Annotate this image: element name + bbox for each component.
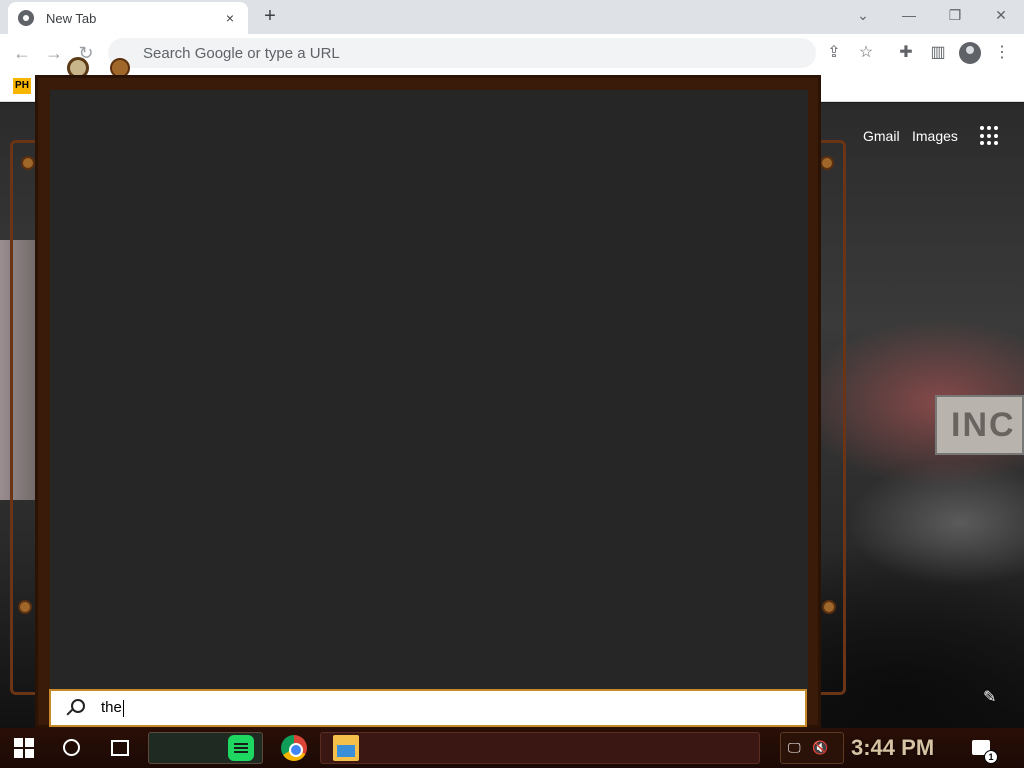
omnibox-placeholder: Search Google or type a URL (143, 44, 340, 62)
tab-search-button[interactable]: ⌄ (843, 4, 883, 28)
volume-muted-icon[interactable]: 🔇 (812, 740, 828, 756)
taskbar-app-strip (320, 732, 760, 764)
gmail-link[interactable]: Gmail (863, 128, 900, 144)
google-apps-icon[interactable] (980, 126, 1000, 146)
tab-close-icon[interactable]: × (222, 10, 238, 26)
tab-strip: New Tab × + ⌄ — ❐ ✕ (0, 0, 1024, 34)
extensions-icon[interactable]: ✚ (895, 42, 917, 64)
taskbar-clock[interactable]: 3:44 PM (851, 735, 934, 761)
back-icon[interactable]: ← (12, 43, 32, 63)
gear-icon (820, 156, 834, 170)
close-window-button[interactable]: ✕ (981, 4, 1021, 28)
gear-icon (822, 600, 836, 614)
start-search-box[interactable]: the (49, 689, 807, 727)
ph-bookmark[interactable]: PH (13, 78, 31, 94)
screen: New Tab × + ⌄ — ❐ ✕ ← → ↻ Search Google … (0, 0, 1024, 768)
forward-icon[interactable]: → (44, 43, 64, 63)
notification-count-badge: 1 (984, 750, 998, 764)
profile-avatar-icon[interactable] (959, 42, 981, 64)
share-icon[interactable]: ⇪ (823, 42, 845, 64)
search-input[interactable]: the (101, 699, 124, 717)
file-explorer-taskbar-icon[interactable] (333, 735, 359, 761)
search-input-value: the (101, 699, 122, 717)
chrome-menu-icon[interactable]: ⋮ (991, 42, 1013, 64)
spotify-taskbar-icon[interactable] (228, 735, 254, 761)
text-caret (122, 699, 124, 717)
gear-icon (18, 600, 32, 614)
restore-button[interactable]: ❐ (935, 4, 975, 28)
gear-icon (21, 156, 35, 170)
omnibox[interactable]: Search Google or type a URL (108, 38, 816, 68)
start-windows-icon[interactable] (14, 738, 34, 758)
browser-toolbar: ← → ↻ Search Google or type a URL ⇪ ☆ ✚ … (0, 34, 1024, 72)
chrome-favicon-icon (18, 10, 34, 26)
background-sign: INC (935, 395, 1024, 455)
images-link[interactable]: Images (912, 128, 958, 144)
search-icon (65, 698, 85, 718)
cortana-search-icon[interactable] (63, 739, 80, 756)
minimize-button[interactable]: — (889, 4, 929, 28)
start-menu-panel (35, 75, 821, 728)
customize-pencil-icon[interactable]: ✎ (983, 687, 996, 707)
chrome-taskbar-icon[interactable] (281, 735, 307, 761)
bookmark-star-icon[interactable]: ☆ (855, 42, 877, 64)
tab-new-tab[interactable]: New Tab × (8, 2, 248, 34)
network-icon[interactable]: 🖵 (788, 740, 801, 756)
side-panel-icon[interactable]: ▥ (927, 42, 949, 64)
task-view-icon[interactable] (111, 740, 129, 756)
new-tab-button[interactable]: + (258, 6, 282, 28)
search-results-area (50, 90, 808, 693)
tab-title: New Tab (46, 10, 97, 26)
